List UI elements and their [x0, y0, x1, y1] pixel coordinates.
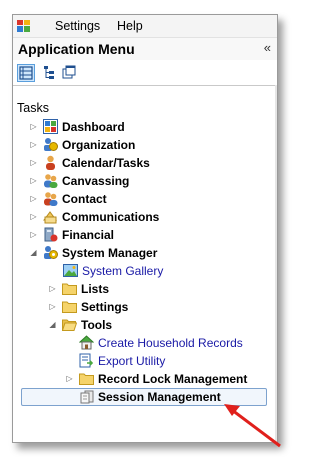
annotation-arrow — [224, 404, 281, 448]
